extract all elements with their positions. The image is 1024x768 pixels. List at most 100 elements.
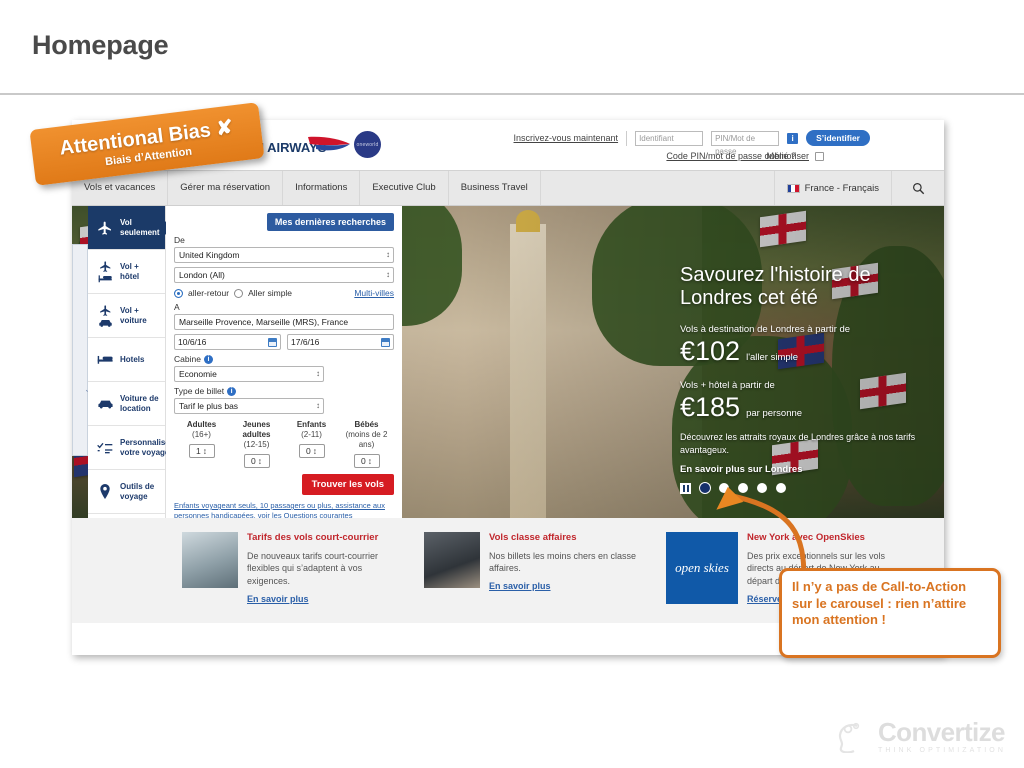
hero-learn-more-link[interactable]: En savoir plus sur Londres xyxy=(680,464,930,475)
list-icon xyxy=(96,442,114,454)
to-label: A xyxy=(174,302,394,312)
adults-value: 1 xyxy=(196,445,201,456)
promo-text: Nos billets les moins chers en classe af… xyxy=(489,550,637,574)
pax-sub: (moins de 2 ans) xyxy=(345,430,388,449)
children-value: 0 xyxy=(306,445,311,456)
booking-tab-label: Vol + voiture xyxy=(120,305,147,325)
booking-tab-vol-hotel[interactable]: Vol + hôtel xyxy=(88,250,165,294)
business-seat-photo xyxy=(424,532,480,588)
couple-travellers-photo xyxy=(182,532,238,588)
title-divider xyxy=(0,93,1024,95)
booking-tab-label: Voiture de location xyxy=(120,393,159,413)
plane-icon xyxy=(96,220,114,236)
to-input[interactable]: Marseille Provence, Marseille (MRS), Fra… xyxy=(174,314,394,330)
bed-icon xyxy=(96,354,114,365)
from-country-select[interactable]: United Kingdom xyxy=(174,247,394,263)
hero-price-package: €185 par personne xyxy=(680,392,930,423)
pause-icon[interactable] xyxy=(680,482,691,494)
booking-tab-vol-voiture[interactable]: Vol + voiture xyxy=(88,294,165,338)
booking-tab-hotels[interactable]: Hotels xyxy=(88,338,165,382)
remember-checkbox[interactable] xyxy=(815,151,824,161)
find-flights-button[interactable]: Trouver les vols xyxy=(301,474,394,495)
signup-link[interactable]: Inscrivez-vous maintenant xyxy=(514,133,619,143)
nav-item-executive-club[interactable]: Executive Club xyxy=(360,171,449,205)
hero-sub-flights: Vols à destination de Londres à partir d… xyxy=(680,323,851,335)
booking-tab-label: Outils de voyage xyxy=(120,481,155,501)
language-selector[interactable]: France - Français xyxy=(775,171,892,205)
info-icon[interactable]: i xyxy=(203,354,213,364)
booking-tab-label: Vol + hôtel xyxy=(120,261,140,281)
info-icon[interactable]: i xyxy=(227,386,237,396)
passengers-group: Adultes (16+) 1 ↕ Jeunes adultes (12-15) … xyxy=(174,420,394,468)
nav-item-informations[interactable]: Informations xyxy=(283,171,361,205)
promo-card-short-haul[interactable]: Tarifs des vols court-courrier De nouvea… xyxy=(182,532,406,623)
convertize-head-icon xyxy=(838,722,860,753)
ticket-type-label-text: Type de billet xyxy=(174,386,225,396)
from-label-text: De xyxy=(174,235,185,245)
convertize-name: Convertize xyxy=(877,717,1006,747)
radio-oneway[interactable] xyxy=(234,288,244,298)
cabin-label: Cabine i xyxy=(174,354,394,364)
hero-carousel: COMBINEZ ET ÉCONOMISEZ Vol seulement xyxy=(72,206,944,518)
multicity-link[interactable]: Multi-villes xyxy=(354,288,394,298)
return-date-field[interactable]: 17/6/16 xyxy=(287,334,394,350)
plane-bed-icon xyxy=(96,260,114,283)
booking-fineprint-link[interactable]: Enfants voyageant seuls, 10 passagers ou… xyxy=(174,501,394,518)
france-flag-icon xyxy=(786,183,800,193)
main-navigation: Vols et vacances Gérer ma réservation In… xyxy=(72,170,944,206)
username-input[interactable]: Identifiant xyxy=(635,130,704,146)
booking-tab-vol-seulement[interactable]: Vol seulement xyxy=(88,206,171,250)
calendar-icon[interactable] xyxy=(381,337,390,347)
promo-card-business[interactable]: Vols classe affaires Nos billets les moi… xyxy=(424,532,648,623)
trip-return-label[interactable]: aller-retour xyxy=(188,288,229,298)
pax-sub: (12-15) xyxy=(243,440,270,449)
pax-title: Adultes xyxy=(186,420,217,429)
nav-item-gerer-ma-reservation[interactable]: Gérer ma réservation xyxy=(168,171,284,205)
ticket-type-label: Type de billet i xyxy=(174,386,394,396)
depart-date-field[interactable]: 10/6/16 xyxy=(174,334,281,350)
booking-tab-outils-de-voyage[interactable]: Outils de voyage xyxy=(88,470,165,514)
promo-link[interactable]: En savoir plus xyxy=(489,581,648,591)
hero-price-flights: €102 l'aller simple xyxy=(680,336,930,367)
pax-title: Bébés xyxy=(354,420,379,429)
radio-return[interactable] xyxy=(174,288,183,298)
trip-oneway-label[interactable]: Aller simple xyxy=(248,288,292,298)
children-stepper[interactable]: 0 ↕ xyxy=(298,444,325,458)
young-adults-stepper[interactable]: 0 ↕ xyxy=(243,454,270,468)
booking-form: Mes dernières recherches De United Kingd… xyxy=(166,206,402,518)
language-label: France - Français xyxy=(804,182,879,194)
forgot-pin-link[interactable]: Code PIN/mot de passe oublié ? xyxy=(666,151,796,161)
info-icon[interactable]: i xyxy=(787,132,799,144)
pax-title: Enfants xyxy=(296,420,327,429)
nav-item-business-travel[interactable]: Business Travel xyxy=(449,171,541,205)
booking-tab-personnalisez[interactable]: Personnalisez votre voyage xyxy=(88,426,174,470)
combine-and-save-bar: COMBINEZ ET ÉCONOMISEZ xyxy=(72,244,95,456)
promo-link[interactable]: En savoir plus xyxy=(247,594,406,604)
to-label-text: A xyxy=(174,302,180,312)
booking-widget: Vol seulement Vol + hôtel Vol + voiture … xyxy=(88,206,402,518)
convertize-watermark: Convertize THINK OPTIMIZATION xyxy=(835,719,1006,754)
ticket-type-select[interactable]: Tarif le plus bas xyxy=(174,398,324,414)
plane-car-icon xyxy=(96,304,114,327)
page-title: Homepage xyxy=(32,30,169,60)
trip-type-group: aller-retour Aller simple Multi-villes xyxy=(174,288,394,298)
calendar-icon[interactable] xyxy=(268,337,277,347)
promo-heading: Tarifs des vols court-courrier xyxy=(247,532,379,543)
convertize-tagline: THINK OPTIMIZATION xyxy=(877,747,1006,754)
divider xyxy=(626,130,628,146)
booking-tab-label: Vol seulement xyxy=(120,217,160,237)
last-searches-button[interactable]: Mes dernières recherches xyxy=(266,213,394,231)
young-adults-value: 0 xyxy=(251,455,256,466)
booking-tab-voiture-de-location[interactable]: Voiture de location xyxy=(88,382,165,426)
from-city-select[interactable]: London (All) xyxy=(174,267,394,283)
oneworld-label: oneworld xyxy=(356,141,379,148)
cabin-select[interactable]: Economie xyxy=(174,366,324,382)
booking-tab-label: Hotels xyxy=(120,354,145,364)
hero-price-2-note: par personne xyxy=(746,407,803,419)
search-button[interactable] xyxy=(892,171,944,205)
infants-stepper[interactable]: 0 ↕ xyxy=(353,454,380,468)
pax-sub: (2-11) xyxy=(301,430,322,439)
pin-input[interactable]: PIN/Mot de passe xyxy=(711,130,780,156)
adults-stepper[interactable]: 1 ↕ xyxy=(188,444,215,458)
signin-button[interactable]: S’identifier xyxy=(806,130,870,146)
